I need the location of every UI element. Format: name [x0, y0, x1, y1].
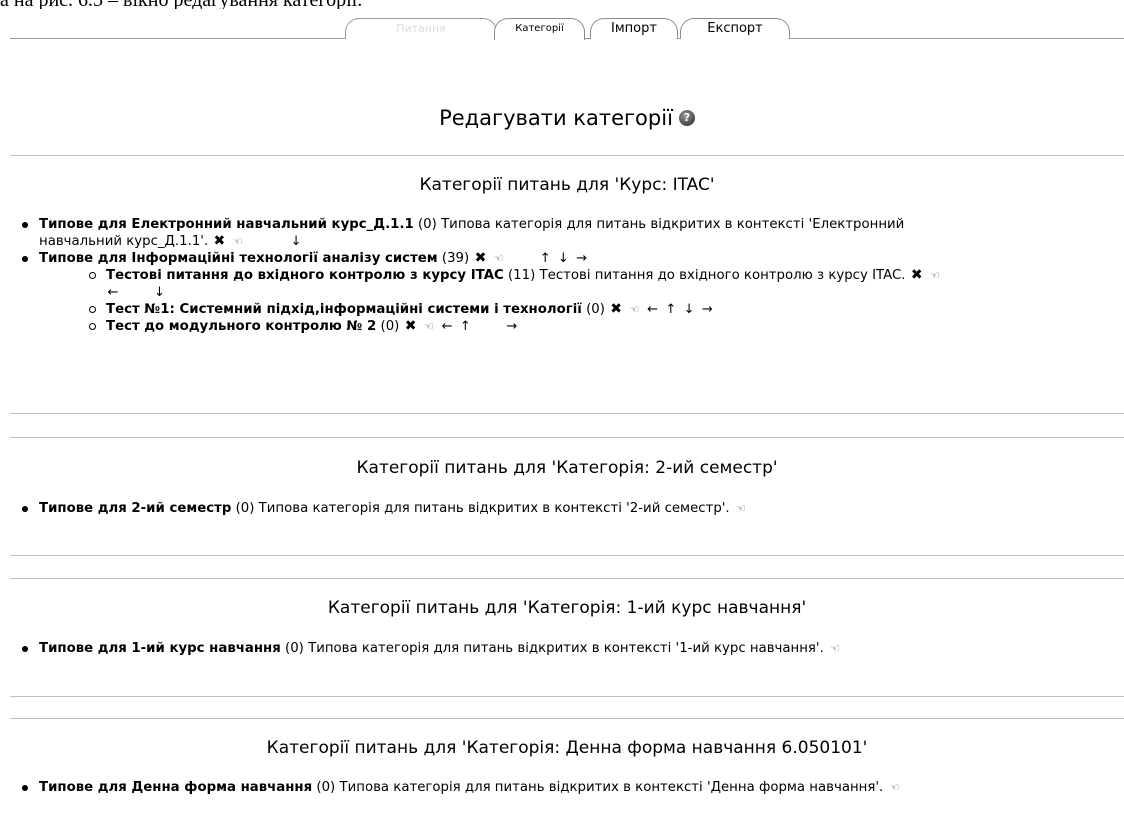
move-up-icon[interactable]: ↑ [664, 303, 678, 317]
category-description: Тестові питання до вхідного контролю з к… [539, 268, 906, 283]
divider [10, 155, 1124, 156]
move-down-icon[interactable]: ↓ [556, 252, 570, 266]
category-name: Тестові питання до вхідного контролю з к… [106, 268, 504, 283]
edit-icon[interactable]: ☜ [928, 269, 942, 283]
move-right-icon[interactable]: → [575, 252, 589, 266]
tab-import[interactable]: Імпорт [590, 18, 678, 39]
list-item: Типове для 2-ий семестр (0) Типова катег… [0, 500, 1124, 517]
move-left-icon[interactable]: ← [440, 320, 454, 334]
delete-icon[interactable]: ✖ [212, 234, 226, 248]
list-item: Типове для Електронний навчальний курс_Д… [0, 216, 1124, 250]
edit-icon[interactable]: ☜ [422, 320, 436, 334]
question-count: (0) [235, 501, 255, 516]
tab-questions[interactable]: Питання [345, 18, 497, 39]
edit-icon[interactable]: ☜ [492, 252, 506, 266]
divider [10, 413, 1124, 414]
list-item: Тестові питання до вхідного контролю з к… [0, 267, 1124, 301]
move-up-icon[interactable]: ↑ [458, 320, 472, 334]
category-description: Типова категорія для питань відкритих в … [441, 217, 905, 232]
move-up-icon[interactable]: ↑ [538, 252, 552, 266]
category-description: Типова категорія для питань відкритих в … [339, 780, 884, 795]
move-right-icon[interactable]: → [505, 320, 519, 334]
category-description: Типова категорія для питань відкритих в … [308, 641, 824, 656]
move-down-icon[interactable]: ↓ [682, 303, 696, 317]
delete-icon[interactable]: ✖ [609, 302, 623, 316]
page-title: Редагувати категорії? [10, 106, 1124, 130]
question-count: (0) [285, 641, 304, 656]
delete-icon[interactable]: ✖ [473, 251, 487, 265]
tab-categories[interactable]: Категорії [494, 18, 585, 40]
section-heading: Категорії питань для 'Категорія: Денна ф… [266, 738, 868, 758]
category-name: Типове для Денна форма навчання [39, 780, 313, 795]
list-item: Типове для Інформаційні технології аналі… [0, 250, 1124, 335]
list-item: Тест №1: Системний підхід,інформаційні с… [0, 301, 1124, 318]
page-title-text: Редагувати категорії [439, 106, 673, 130]
question-count: (0) [417, 217, 437, 232]
delete-icon[interactable]: ✖ [404, 319, 418, 333]
move-left-icon[interactable]: ← [106, 286, 120, 300]
tab-export[interactable]: Експорт [680, 18, 790, 39]
edit-icon[interactable]: ☜ [828, 642, 842, 656]
move-right-icon[interactable]: → [700, 303, 714, 317]
category-name: Типове для Електронний навчальний курс_Д… [39, 217, 414, 232]
list-item: Типове для Денна форма навчання (0) Типо… [0, 779, 1124, 796]
help-icon[interactable]: ? [678, 110, 695, 126]
category-name: Типове для 2-ий семестр [39, 501, 232, 516]
category-name: Типове для Інформаційні технології аналі… [39, 251, 438, 266]
question-count: (39) [441, 251, 470, 266]
category-list: Типове для Денна форма навчання (0) Типо… [0, 779, 1124, 796]
category-description-cont: навчальний курс_Д.1.1'. [39, 234, 209, 249]
divider [10, 437, 1124, 438]
edit-icon[interactable]: ☜ [627, 303, 641, 317]
category-name: Типове для 1-ий курс навчання [39, 641, 281, 656]
category-name: Тест до модульного контролю № 2 [106, 319, 377, 334]
tab-bar: Питання Категорії Імпорт Експорт [10, 0, 1124, 40]
edit-icon[interactable]: ☜ [734, 502, 748, 516]
section-heading: Категорії питань для 'Категорія: 2-ий се… [356, 458, 778, 478]
category-list: Типове для 1-ий курс навчання (0) Типова… [0, 640, 1124, 657]
move-left-icon[interactable]: ← [646, 303, 660, 317]
divider [10, 555, 1124, 556]
section-heading: Категорії питань для 'Курс: ITAC' [419, 175, 715, 195]
edit-icon[interactable]: ☜ [231, 235, 245, 249]
category-list: Типове для 2-ий семестр (0) Типова катег… [0, 500, 1124, 517]
divider [10, 718, 1124, 719]
edit-icon[interactable]: ☜ [887, 781, 901, 795]
category-name: Тест №1: Системний підхід,інформаційні с… [106, 302, 582, 317]
question-count: (0) [586, 302, 605, 317]
move-down-icon[interactable]: ↓ [289, 235, 303, 249]
question-count: (0) [380, 319, 400, 334]
divider [10, 696, 1124, 697]
category-list: Типове для Електронний навчальний курс_Д… [0, 216, 1124, 335]
divider [10, 578, 1124, 579]
question-count: (11) [507, 268, 536, 283]
section-heading: Категорії питань для 'Категорія: 1-ий ку… [327, 598, 807, 618]
delete-icon[interactable]: ✖ [910, 268, 924, 282]
question-count: (0) [316, 780, 336, 795]
move-down-icon[interactable]: ↓ [152, 286, 166, 300]
category-description: Типова категорія для питань відкритих в … [258, 501, 730, 516]
list-item: Тест до модульного контролю № 2 (0) ✖ ☜ … [0, 318, 1124, 335]
list-item: Типове для 1-ий курс навчання (0) Типова… [0, 640, 1124, 657]
